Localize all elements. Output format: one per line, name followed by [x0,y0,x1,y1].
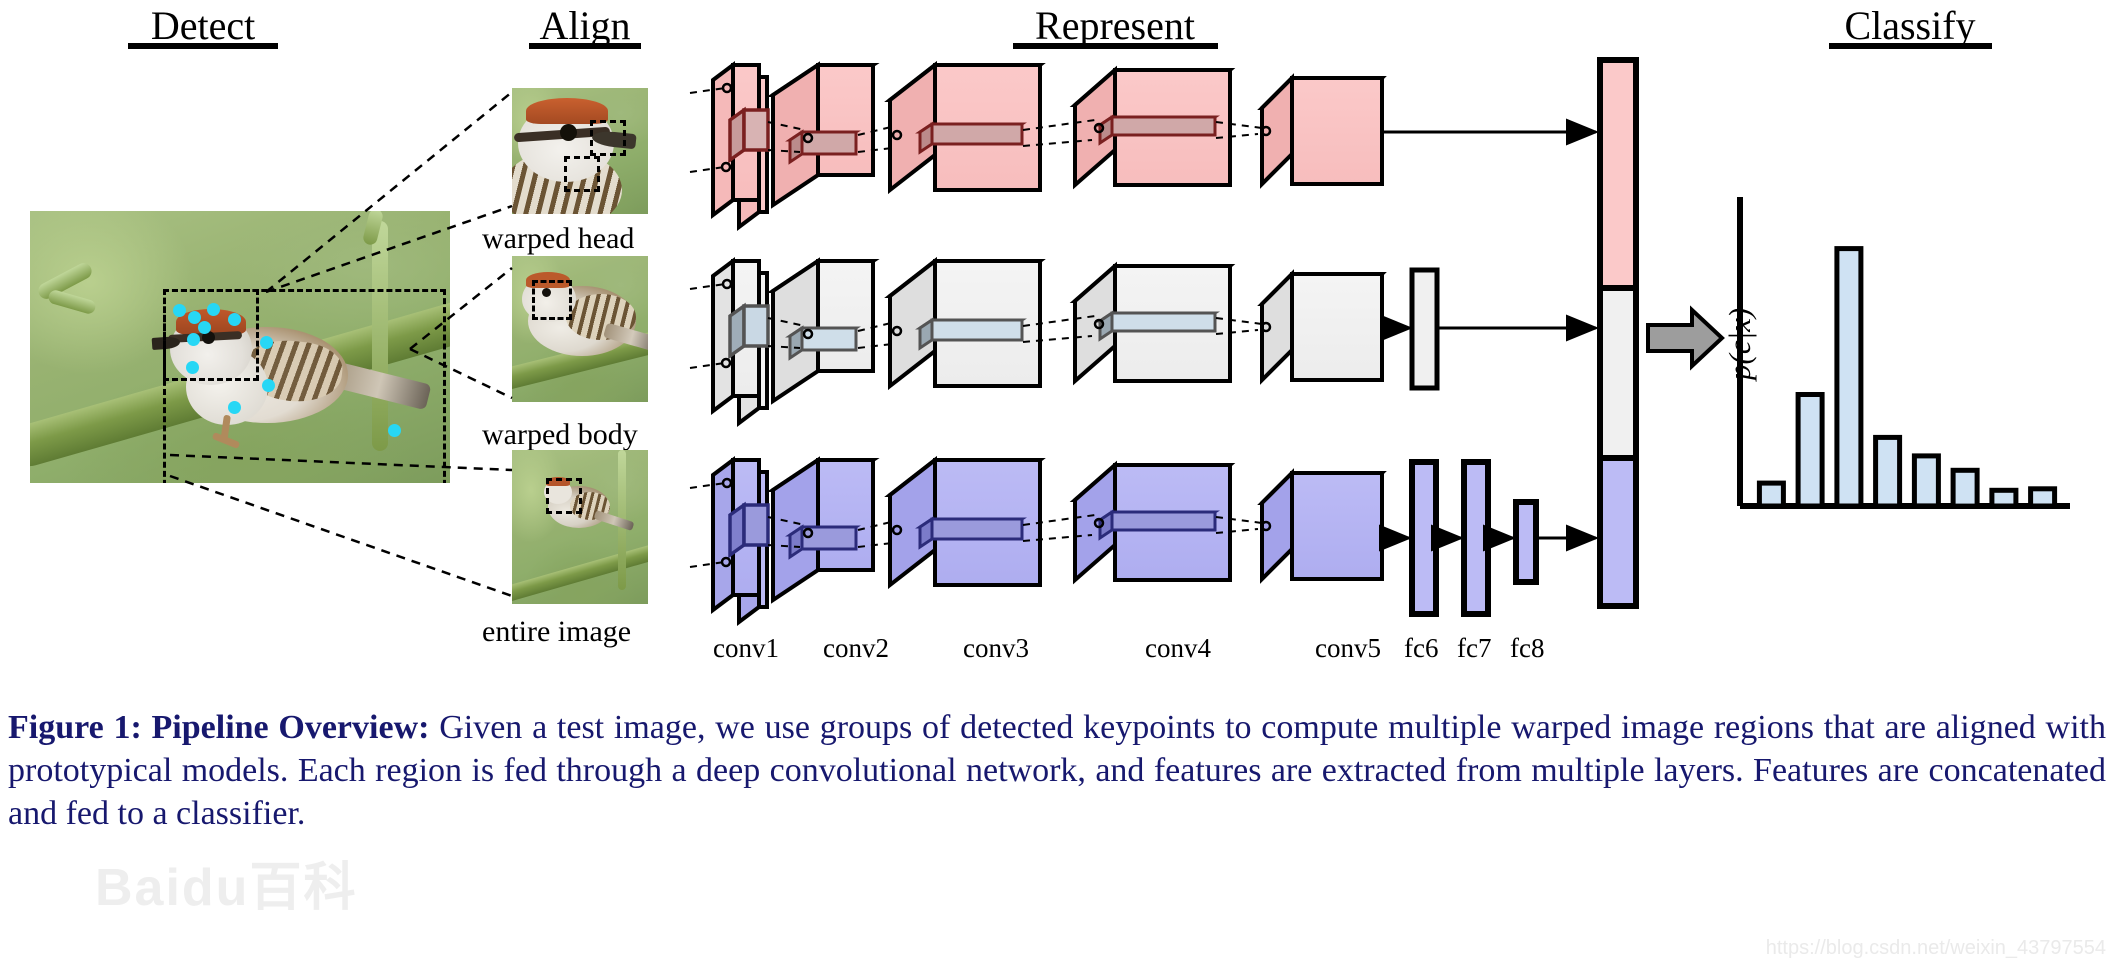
conv4-body-block [1069,261,1236,386]
conv3-image-block [884,455,1046,590]
baidu-watermark: Baidu百科 [95,859,358,917]
chart-bar [1911,453,1941,509]
fc6-body-slab [1409,267,1440,391]
chart-bar [2028,486,2058,509]
conv5-head-block [1257,73,1387,189]
chart-bar [1756,480,1786,509]
layer-label-conv3: conv3 [963,633,1029,663]
concat-segment-head [1597,57,1639,291]
chart-bar [1795,392,1825,509]
layer-label-conv4: conv4 [1145,633,1211,663]
classifier-arrow [1646,305,1725,371]
layer-label-conv5: conv5 [1315,633,1381,663]
concat-segment-body [1597,285,1639,461]
conv3-body-block [884,256,1046,391]
layer-label-conv1: conv1 [713,633,779,663]
csdn-watermark: https://blog.csdn.net/weixin_43797554 [1765,937,2106,959]
conv3-head-block [884,60,1046,195]
figure-caption: Figure 1: Pipeline Overview: Given a tes… [8,706,2106,836]
chart-bar [1834,246,1864,509]
figure-caption-title: Figure 1: Pipeline Overview: [8,709,430,746]
chart-y-axis-label: p(c|x) [1722,307,1757,380]
fc6-image-slab [1409,459,1439,617]
chart-bars [1756,246,2058,509]
layer-label-fc7: fc7 [1457,633,1492,663]
cnn-row-body [689,256,1599,427]
classifier-bar-chart [1737,197,2070,509]
cnn-row-image [689,455,1599,626]
concatenated-feature-vector [1597,57,1639,609]
fc7-image-slab [1461,459,1491,617]
layer-label-fc8: fc8 [1510,633,1545,663]
detect-to-align-connectors [169,91,513,598]
conv4-head-block [1069,65,1236,190]
figure-pipeline-overview: Detect Align Represent Classify warped h… [0,0,2114,966]
conv5-image-block [1257,468,1387,584]
chart-bar [1873,434,1903,509]
conv4-image-block [1069,460,1236,585]
fc8-image-slab [1513,499,1539,585]
cnn-row-head [689,60,1599,231]
chart-bar [1950,467,1980,509]
layer-label-conv2: conv2 [823,633,889,663]
layer-label-fc6: fc6 [1404,633,1439,663]
conv5-body-block [1257,269,1387,385]
chart-bar [1989,487,2019,509]
concat-segment-image [1597,455,1639,609]
